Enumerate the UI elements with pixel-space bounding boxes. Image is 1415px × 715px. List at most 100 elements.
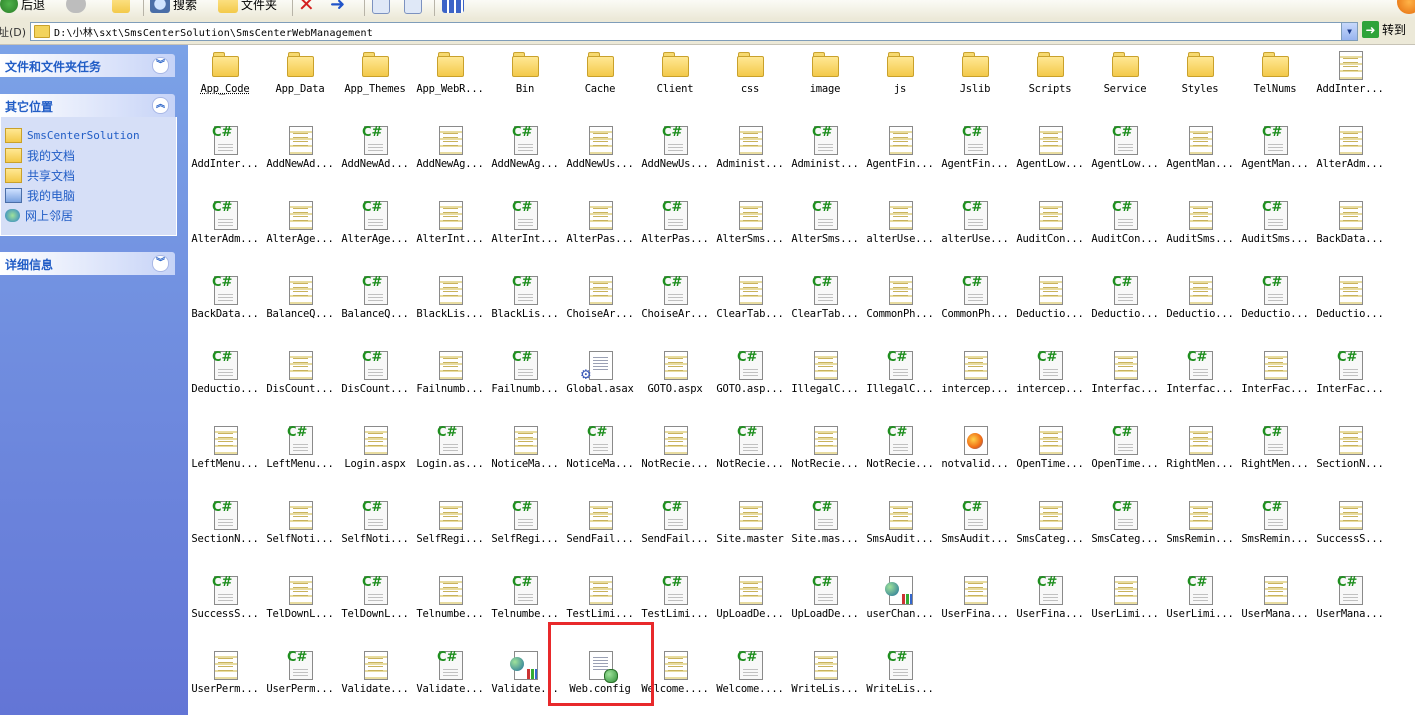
file-item[interactable]: SmsAudit... [865,495,935,565]
folder-item[interactable]: Bin [490,45,560,115]
file-item[interactable]: TelDownL... [340,570,410,640]
file-item[interactable]: SuccessS... [1315,495,1385,565]
file-item[interactable]: AlterSms... [790,195,860,265]
file-item[interactable]: NoticeMa... [490,420,560,490]
file-item[interactable]: Interfac... [1090,345,1160,415]
back-button[interactable]: 后退 [0,0,45,14]
file-item[interactable]: NotRecie... [715,420,785,490]
file-item[interactable]: AlterAge... [265,195,335,265]
file-item[interactable]: AgentFin... [940,120,1010,190]
file-item[interactable]: Login.aspx [340,420,410,490]
file-item[interactable]: Administ... [790,120,860,190]
file-item[interactable]: AuditCon... [1090,195,1160,265]
details-header[interactable]: 详细信息 ︾ [0,252,175,275]
file-item[interactable]: SmsCateg... [1015,495,1085,565]
file-item[interactable]: ChoiseAr... [565,270,635,340]
file-item[interactable]: Validate... [415,645,485,715]
file-item[interactable]: AlterInt... [490,195,560,265]
folder-item[interactable]: js [865,45,935,115]
file-item[interactable]: AddNewAg... [490,120,560,190]
file-item[interactable]: AlterAdm... [190,195,260,265]
file-item[interactable]: IllegalC... [865,345,935,415]
address-input[interactable]: D:\小林\sxt\SmsCenterSolution\SmsCenterWeb… [30,22,1358,41]
folder-item[interactable]: Jslib [940,45,1010,115]
file-item[interactable]: alterUse... [865,195,935,265]
file-item[interactable]: AlterSms... [715,195,785,265]
file-item[interactable]: Deductio... [1240,270,1310,340]
folder-item[interactable]: App_Themes [340,45,410,115]
file-item[interactable]: BalanceQ... [340,270,410,340]
expand-chevron-icon[interactable]: ︾ [152,255,169,272]
file-item[interactable]: Site.master [715,495,785,565]
file-item[interactable]: TelDownL... [265,570,335,640]
file-item[interactable]: intercep... [1015,345,1085,415]
file-item[interactable]: SendFail... [640,495,710,565]
file-item[interactable]: LeftMenu... [265,420,335,490]
place-smscentersolution[interactable]: SmsCenterSolution [5,127,140,143]
file-item[interactable]: AddNewUs... [640,120,710,190]
file-item[interactable]: AlterPas... [640,195,710,265]
file-item[interactable]: NotRecie... [790,420,860,490]
file-item[interactable]: AgentFin... [865,120,935,190]
file-item[interactable]: AgentLow... [1015,120,1085,190]
copy-button[interactable] [372,0,390,14]
file-item[interactable]: Deductio... [1015,270,1085,340]
folder-item[interactable]: Service [1090,45,1160,115]
file-item[interactable]: AlterAdm... [1315,120,1385,190]
file-item[interactable]: SuccessS... [190,570,260,640]
file-item[interactable]: BlackLis... [490,270,560,340]
file-item[interactable]: intercep... [940,345,1010,415]
delete-button[interactable]: ✕ [298,0,315,16]
file-item[interactable]: Telnumbe... [415,570,485,640]
file-item[interactable]: SelfRegi... [415,495,485,565]
file-item[interactable]: UpLoadDe... [715,570,785,640]
file-item[interactable]: InterFac... [1240,345,1310,415]
file-item[interactable]: AddNewUs... [565,120,635,190]
file-item[interactable]: UserFina... [940,570,1010,640]
file-item[interactable]: UserLimi... [1090,570,1160,640]
file-item[interactable]: UserMana... [1240,570,1310,640]
file-item[interactable]: Site.mas... [790,495,860,565]
folder-item[interactable]: App_Data [265,45,335,115]
file-item[interactable]: SendFail... [565,495,635,565]
place-network[interactable]: 网上邻居 [5,207,73,223]
file-item[interactable]: NotRecie... [865,420,935,490]
file-item[interactable]: GOTO.asp... [715,345,785,415]
forward-button[interactable] [66,0,86,14]
file-item[interactable]: UserMana... [1315,570,1385,640]
file-item[interactable]: AlterPas... [565,195,635,265]
file-item[interactable]: AlterInt... [415,195,485,265]
file-item[interactable]: ChoiseAr... [640,270,710,340]
move-button[interactable]: ➜ [330,0,345,15]
file-item[interactable]: SmsRemin... [1165,495,1235,565]
collapse-chevron-icon[interactable]: ︽ [152,97,169,114]
file-item[interactable]: AgentMan... [1165,120,1235,190]
file-item[interactable]: SmsCateg... [1090,495,1160,565]
file-item[interactable]: Failnumb... [490,345,560,415]
up-folder-button[interactable] [112,0,130,14]
folder-item[interactable]: App_Code [190,45,260,115]
file-item[interactable]: AuditSms... [1165,195,1235,265]
file-item[interactable]: Validate... [340,645,410,715]
file-item[interactable]: Failnumb... [415,345,485,415]
file-folder-tasks-header[interactable]: 文件和文件夹任务 ︾ [0,54,175,77]
paste-button[interactable] [404,0,422,14]
search-button[interactable]: 搜索 [150,0,197,14]
folder-item[interactable]: Styles [1165,45,1235,115]
file-item[interactable]: ClearTab... [715,270,785,340]
file-item[interactable]: AddInter... [190,120,260,190]
chevron-down-icon[interactable]: ▼ [1341,23,1357,40]
file-item[interactable]: UserPerm... [190,645,260,715]
file-item[interactable]: UserPerm... [265,645,335,715]
views-button[interactable] [442,0,464,14]
file-item[interactable]: Deductio... [190,345,260,415]
folder-item[interactable]: css [715,45,785,115]
file-item[interactable]: WriteLis... [865,645,935,715]
file-item[interactable]: NoticeMa... [565,420,635,490]
file-item[interactable]: WriteLis... [790,645,860,715]
folder-item[interactable]: App_WebR... [415,45,485,115]
file-item[interactable]: InterFac... [1315,345,1385,415]
place-my-documents[interactable]: 我的文档 [5,147,75,163]
file-item[interactable]: AgentMan... [1240,120,1310,190]
place-my-computer[interactable]: 我的电脑 [5,187,75,203]
